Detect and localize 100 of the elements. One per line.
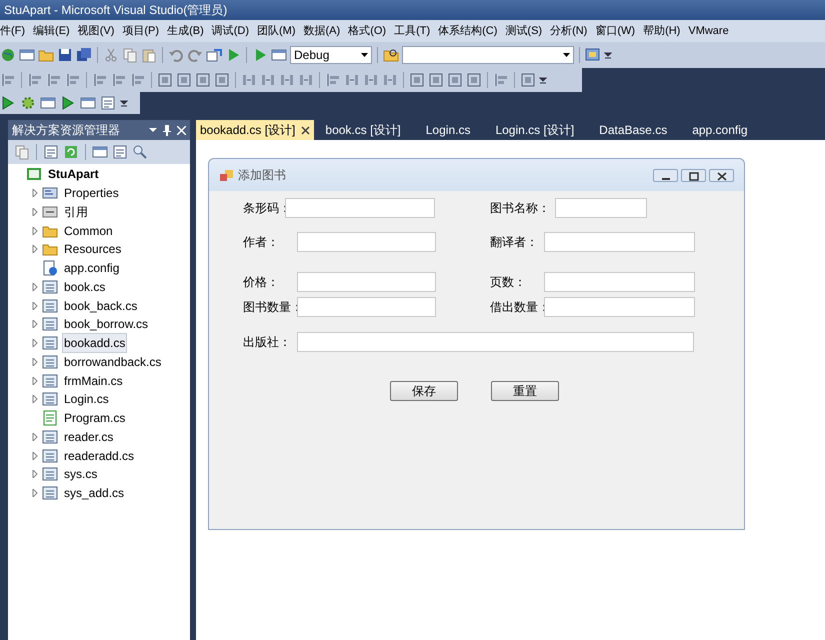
menu-item[interactable]: 格式(O) [344,22,390,40]
align-icon[interactable] [92,72,108,88]
editor-tab[interactable]: Login.cs [420,120,476,140]
window-icon[interactable] [92,144,108,160]
expand-icon[interactable] [32,470,38,478]
text-field[interactable] [544,232,695,252]
dropdown-icon[interactable] [149,127,157,133]
grid-icon[interactable] [409,72,425,88]
properties-icon[interactable] [100,95,116,111]
tree-item[interactable]: bookadd.cs [62,333,128,354]
editor-tab[interactable]: book.cs [设计] [320,120,406,140]
paste-icon[interactable] [141,47,157,63]
menu-item[interactable]: 窗口(W) [591,22,640,40]
window-icon[interactable] [80,95,96,111]
text-field[interactable] [285,198,435,218]
grid-icon[interactable] [157,72,173,88]
editor-tab[interactable]: DataBase.cs [594,120,672,140]
expand-icon[interactable] [32,395,38,404]
align-icon[interactable] [65,72,81,88]
redo-icon[interactable] [187,47,203,63]
dropdown-icon[interactable] [563,53,570,57]
tree-item[interactable]: Login.cs [62,389,111,410]
menu-item[interactable]: 分析(N) [546,22,592,40]
menu-item[interactable]: 编辑(E) [29,22,74,40]
tree-item[interactable]: book_back.cs [62,296,140,316]
menu-item[interactable]: VMware [684,22,733,40]
dropdown-icon[interactable] [361,53,368,57]
menu-item[interactable]: 测试(S) [501,22,546,40]
configuration-dropdown[interactable]: Debug [290,46,372,64]
maximize-icon[interactable] [681,168,706,182]
menu-item[interactable]: 团队(M) [253,22,300,40]
globe-icon[interactable] [0,47,16,63]
align-icon[interactable] [130,72,146,88]
properties-icon[interactable] [112,144,128,160]
tree-item[interactable]: borrowandback.cs [62,352,164,372]
overflow-icon[interactable] [604,50,612,60]
grid-icon[interactable] [195,72,211,88]
find-icon[interactable] [383,47,399,63]
editor-tab[interactable]: app.config [687,120,753,140]
align-icon[interactable] [493,72,509,88]
run-icon[interactable] [0,95,16,111]
tree-item[interactable]: Common [62,220,115,241]
expand-icon[interactable] [32,432,38,441]
overflow-icon[interactable] [120,98,128,108]
tree-item[interactable]: sys.cs [62,464,100,484]
copy-icon[interactable] [122,47,138,63]
save-icon[interactable] [57,47,73,63]
expand-icon[interactable] [32,226,38,235]
search-icon[interactable] [132,144,148,160]
text-field[interactable] [297,232,436,252]
expand-icon[interactable] [32,489,38,498]
grid-icon[interactable] [466,72,482,88]
expand-icon[interactable] [32,320,38,328]
tree-item[interactable]: Resources [62,239,124,260]
tree-item[interactable]: app.config [62,258,122,278]
expand-icon[interactable] [32,302,38,310]
tree-item[interactable]: sys_add.cs [62,483,126,504]
grid-icon[interactable] [520,72,536,88]
menu-item[interactable]: 件(F) [0,22,30,40]
align-icon[interactable] [27,72,43,88]
tree-item[interactable]: frmMain.cs [62,370,125,391]
menu-item[interactable]: 生成(B) [163,22,208,40]
gear-icon[interactable] [20,95,36,111]
expand-icon[interactable] [32,339,38,348]
expand-icon[interactable] [32,452,38,460]
window-icon[interactable] [271,47,287,63]
tree-item[interactable]: StuApart [46,164,101,184]
expand-icon[interactable] [32,208,38,216]
text-field[interactable] [297,297,436,317]
tree-item[interactable]: Properties [62,183,121,204]
window-icon[interactable] [40,95,56,111]
text-field[interactable] [297,272,436,292]
tree-item[interactable]: Program.cs [62,408,128,428]
grid-icon[interactable] [447,72,463,88]
menu-item[interactable]: 数据(A) [300,22,344,40]
expand-icon[interactable] [32,245,38,254]
pin-icon[interactable] [163,124,171,136]
menu-item[interactable]: 项目(P) [118,22,164,40]
menu-item[interactable]: 调试(D) [208,22,254,40]
undo-icon[interactable] [168,47,184,63]
form-button[interactable]: 保存 [390,381,458,401]
tree-item[interactable]: book.cs [62,276,108,297]
text-field[interactable] [544,297,695,317]
grid-icon[interactable] [176,72,192,88]
cut-icon[interactable] [103,47,119,63]
tree-item[interactable]: book_borrow.cs [62,314,150,334]
expand-icon[interactable] [32,189,38,198]
menu-item[interactable]: 体系结构(C) [434,22,502,40]
save-all-icon[interactable] [76,47,92,63]
text-field[interactable] [297,332,694,352]
close-icon[interactable] [301,126,310,134]
expand-icon[interactable] [32,358,38,366]
expand-icon[interactable] [32,282,38,291]
overflow-icon[interactable] [539,75,547,85]
form-button[interactable]: 重置 [491,381,559,401]
grid-icon[interactable] [214,72,230,88]
copy-icon[interactable] [14,144,30,160]
align-icon[interactable] [46,72,62,88]
align-icon[interactable] [325,72,341,88]
close-icon[interactable] [709,168,734,182]
